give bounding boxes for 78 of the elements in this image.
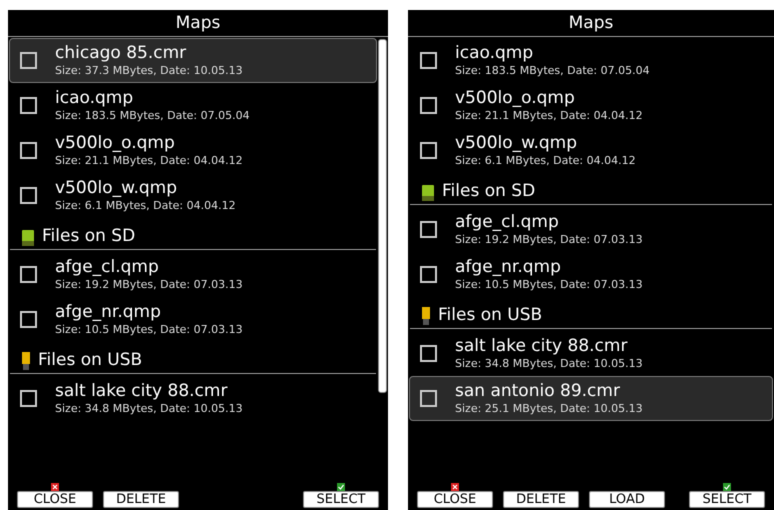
checkbox[interactable] — [20, 97, 37, 114]
file-list-item[interactable]: icao.qmp Size: 183.5 MBytes, Date: 07.05.04 — [409, 38, 773, 83]
file-list-item[interactable]: salt lake city 88.cmr Size: 34.8 MBytes, Date: 10.05.13 — [409, 331, 773, 376]
checkbox[interactable] — [20, 390, 37, 407]
sd-card-icon — [22, 230, 34, 246]
file-name: afge_cl.qmp — [55, 257, 160, 277]
file-name: salt lake city 88.cmr — [455, 336, 628, 356]
file-details: Size: 183.5 MBytes, Date: 07.05.04 — [455, 63, 650, 78]
file-list-item[interactable]: v500lo_w.qmp Size: 6.1 MBytes, Date: 04.04.12 — [409, 128, 773, 173]
file-name: afge_nr.qmp — [55, 302, 162, 322]
file-details: Size: 19.2 MBytes, Date: 07.03.13 — [455, 232, 643, 247]
sd-card-icon — [422, 185, 434, 201]
file-name: san antonio 89.cmr — [455, 381, 621, 401]
file-list-item[interactable]: chicago 85.cmr Size: 37.3 MBytes, Date: 10.05.13 — [9, 38, 377, 83]
checkbox[interactable] — [20, 266, 37, 283]
file-details: Size: 34.8 MBytes, Date: 10.05.13 — [455, 356, 643, 371]
file-name: chicago 85.cmr — [55, 43, 188, 63]
section-header: Files on USB — [438, 305, 542, 325]
file-list-item[interactable]: afge_cl.qmp Size: 19.2 MBytes, Date: 07.03.13 — [409, 207, 773, 252]
file-details: Size: 37.3 MBytes, Date: 10.05.13 — [55, 63, 243, 78]
file-details: Size: 10.5 MBytes, Date: 07.03.13 — [455, 277, 643, 292]
file-details: Size: 21.1 MBytes, Date: 04.04.12 — [455, 108, 643, 123]
checkbox[interactable] — [420, 221, 437, 238]
action-button[interactable]: DELETE — [103, 491, 179, 508]
file-name: v500lo_w.qmp — [55, 178, 178, 198]
checkbox[interactable] — [420, 142, 437, 159]
action-button[interactable]: CLOSE — [17, 491, 93, 508]
file-details: Size: 10.5 MBytes, Date: 07.03.13 — [55, 322, 243, 337]
file-list-item[interactable]: afge_nr.qmp Size: 10.5 MBytes, Date: 07.03.13 — [9, 297, 377, 342]
action-button[interactable]: CLOSE — [417, 491, 493, 508]
file-list-item[interactable]: v500lo_o.qmp Size: 21.1 MBytes, Date: 04.04.12 — [409, 83, 773, 128]
file-name: v500lo_o.qmp — [455, 88, 576, 108]
file-details: Size: 6.1 MBytes, Date: 04.04.12 — [455, 153, 636, 168]
file-name: icao.qmp — [455, 43, 534, 63]
file-list-item[interactable]: v500lo_w.qmp Size: 6.1 MBytes, Date: 04.04.12 — [9, 173, 377, 218]
file-name: icao.qmp — [55, 88, 134, 108]
file-name: afge_cl.qmp — [455, 212, 560, 232]
check-icon — [723, 483, 731, 491]
checkbox[interactable] — [420, 345, 437, 362]
file-list-item[interactable]: afge_nr.qmp Size: 10.5 MBytes, Date: 07.03.13 — [409, 252, 773, 297]
file-details: Size: 21.1 MBytes, Date: 04.04.12 — [55, 153, 243, 168]
action-button[interactable]: SELECT — [689, 491, 765, 508]
checkbox[interactable] — [20, 187, 37, 204]
file-details: Size: 19.2 MBytes, Date: 07.03.13 — [55, 277, 243, 292]
file-name: v500lo_w.qmp — [455, 133, 578, 153]
check-icon — [337, 483, 345, 491]
checkbox[interactable] — [420, 52, 437, 69]
scrollbar[interactable] — [378, 39, 387, 393]
checkbox[interactable] — [420, 266, 437, 283]
file-details: Size: 34.8 MBytes, Date: 10.05.13 — [55, 401, 243, 416]
file-name: salt lake city 88.cmr — [55, 381, 228, 401]
checkbox[interactable] — [20, 311, 37, 328]
file-details: Size: 6.1 MBytes, Date: 04.04.12 — [55, 198, 236, 213]
section-header: Files on USB — [38, 350, 142, 370]
file-name: v500lo_o.qmp — [55, 133, 176, 153]
file-details: Size: 183.5 MBytes, Date: 07.05.04 — [55, 108, 250, 123]
file-details: Size: 25.1 MBytes, Date: 10.05.13 — [455, 401, 643, 416]
usb-stick-icon — [422, 307, 430, 325]
close-icon — [451, 483, 459, 491]
file-list-item[interactable]: san antonio 89.cmr Size: 25.1 MBytes, Date: 10.05.13 — [409, 376, 773, 421]
usb-stick-icon — [22, 352, 30, 370]
checkbox[interactable] — [420, 97, 437, 114]
checkbox[interactable] — [420, 390, 437, 407]
checkbox[interactable] — [20, 52, 37, 69]
file-list-item[interactable]: afge_cl.qmp Size: 19.2 MBytes, Date: 07.03.13 — [9, 252, 377, 297]
action-button[interactable]: SELECT — [303, 491, 379, 508]
window-title: Maps — [408, 10, 774, 37]
close-icon — [51, 483, 59, 491]
section-header: Files on SD — [442, 181, 536, 201]
action-button[interactable]: LOAD — [589, 491, 665, 508]
window-title: Maps — [8, 10, 388, 37]
file-list-item[interactable]: icao.qmp Size: 183.5 MBytes, Date: 07.05.04 — [9, 83, 377, 128]
file-list-item[interactable]: v500lo_o.qmp Size: 21.1 MBytes, Date: 04.04.12 — [9, 128, 377, 173]
file-list-item[interactable]: salt lake city 88.cmr Size: 34.8 MBytes, Date: 10.05.13 — [9, 376, 377, 421]
action-button[interactable]: DELETE — [503, 491, 579, 508]
checkbox[interactable] — [20, 142, 37, 159]
file-name: afge_nr.qmp — [455, 257, 562, 277]
section-header: Files on SD — [42, 226, 136, 246]
